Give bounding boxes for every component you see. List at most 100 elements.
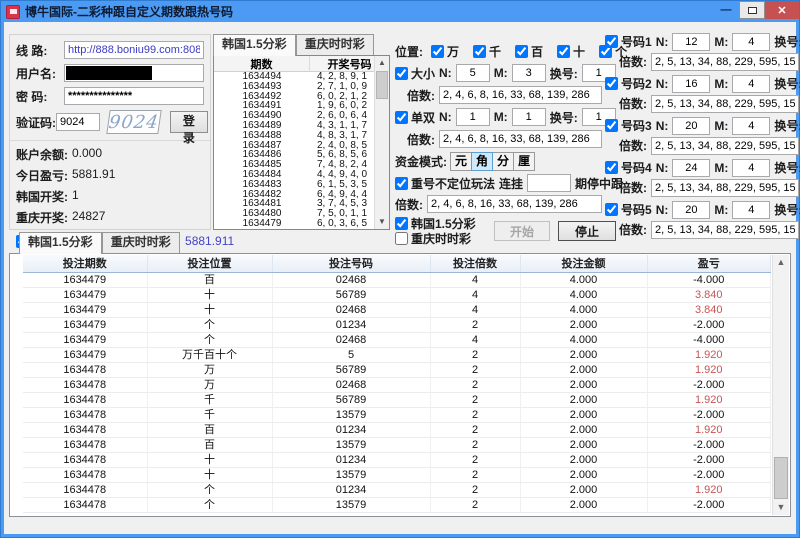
money-mode-元[interactable]: 元 [450,152,472,171]
number-checkbox-label[interactable]: 号码3 [605,117,652,134]
daxiao-m-input[interactable] [511,64,546,82]
bets-header-投注号码[interactable]: 投注号码 [272,255,431,273]
number-n-input[interactable] [672,116,711,135]
number-checkbox-label[interactable]: 号码2 [605,75,652,92]
username-field[interactable] [64,64,204,82]
scroll-up-icon[interactable]: ▲ [375,56,389,70]
bets-table-row[interactable]: 1634478 个 13579 2 2.000 -2.000 [23,497,771,513]
repeat-play-checkbox-label[interactable]: 重号不定位玩法 [395,175,495,192]
number-multi-input[interactable] [651,178,799,197]
bets-table-row[interactable]: 1634478 十 01234 2 2.000 -2.000 [23,452,771,468]
bets-cell: 2 [430,497,521,513]
number-m-input[interactable] [732,32,771,51]
bets-header-盈亏[interactable]: 盈亏 [647,255,771,273]
scroll-down-icon[interactable]: ▼ [773,500,789,515]
draws-tab-korea[interactable]: 韩国1.5分彩 [213,34,296,56]
number-multi-input[interactable] [651,220,799,239]
bets-table-row[interactable]: 1634478 千 13579 2 2.000 -2.000 [23,407,771,423]
number-multi-input[interactable] [651,94,799,113]
bets-header-投注位置[interactable]: 投注位置 [147,255,273,273]
number-m-input[interactable] [732,116,771,135]
number-m-input[interactable] [732,158,771,177]
number-checkbox[interactable] [605,203,618,216]
checkbox[interactable] [473,45,487,58]
bets-table-row[interactable]: 1634478 十 13579 2 2.000 -2.000 [23,467,771,483]
money-mode-角[interactable]: 角 [471,152,493,171]
maximize-button[interactable] [739,1,765,19]
liangua-input[interactable] [527,174,572,192]
checkbox[interactable] [557,45,571,58]
bets-header-投注倍数[interactable]: 投注倍数 [430,255,521,273]
chongqing-enable-checkbox[interactable] [395,232,408,245]
danshuang-checkbox-label[interactable]: 单双 [395,109,435,126]
bets-table-row[interactable]: 1634479 十 02468 4 4.000 3.840 [23,302,771,318]
number-n-input[interactable] [672,74,711,93]
bets-scrollbar[interactable]: ▲ ▼ [772,255,789,515]
bets-tab-chongqing[interactable]: 重庆时时彩 [101,232,180,253]
draws-scrollbar[interactable]: ▲ ▼ [374,56,389,229]
bets-table-row[interactable]: 1634479 万千百十个 5 2 2.000 1.920 [23,347,771,363]
danshuang-checkbox[interactable] [395,110,408,124]
money-mode-厘[interactable]: 厘 [513,152,535,171]
minimize-button[interactable]: — [713,1,739,19]
number-multi-input[interactable] [651,52,799,71]
draws-list-item[interactable]: 1634479 6, 0, 3, 6, 5 [214,219,374,229]
number-n-input[interactable] [672,200,711,219]
number-checkbox-label[interactable]: 号码5 [605,201,652,218]
daxiao-multi-input[interactable] [439,86,602,104]
checkbox[interactable] [515,45,529,58]
bets-table-row[interactable]: 1634478 百 13579 2 2.000 -2.000 [23,437,771,453]
number-checkbox[interactable] [605,119,618,132]
draws-scroll-thumb[interactable] [376,71,388,99]
bets-table-row[interactable]: 1634478 百 01234 2 2.000 1.920 [23,422,771,438]
danshuang-multi-input[interactable] [439,130,602,148]
bets-cell: 2.000 [520,497,648,513]
number-n-input[interactable] [672,158,711,177]
login-button[interactable]: 登录 [169,111,208,145]
chongqing-enable-checkbox-label[interactable]: 重庆时时彩 [395,230,471,247]
daxiao-n-input[interactable] [455,64,490,82]
bets-scroll-thumb[interactable] [774,457,788,499]
scroll-down-icon[interactable]: ▼ [375,215,389,229]
position-checkbox-百[interactable]: 百 [515,43,543,60]
position-checkbox-千[interactable]: 千 [473,43,501,60]
number-checkbox-label[interactable]: 号码1 [605,33,652,50]
number-checkbox[interactable] [605,161,618,174]
bets-header-投注期数[interactable]: 投注期数 [23,255,148,273]
line-url-input[interactable] [64,41,204,59]
captcha-input[interactable] [56,113,100,131]
bets-table-row[interactable]: 1634478 个 01234 2 2.000 1.920 [23,482,771,498]
bets-header-投注金额[interactable]: 投注金额 [520,255,648,273]
close-button[interactable]: ✕ [765,1,799,19]
danshuang-n-input[interactable] [455,108,490,126]
bets-table-row[interactable]: 1634479 百 02468 4 4.000 -4.000 [23,272,771,288]
titlebar[interactable]: 博牛国际-二彩种跟自定义期数跟热号码 — ✕ [1,1,799,22]
draws-tab-chongqing[interactable]: 重庆时时彩 [295,34,374,55]
bets-table-row[interactable]: 1634479 十 56789 4 4.000 3.840 [23,287,771,303]
bets-table-row[interactable]: 1634479 个 02468 4 4.000 -4.000 [23,332,771,348]
bets-table-row[interactable]: 1634478 千 56789 2 2.000 1.920 [23,392,771,408]
bets-tab-korea[interactable]: 韩国1.5分彩 [19,232,102,254]
daxiao-checkbox-label[interactable]: 大小 [395,65,435,82]
bets-table-row[interactable]: 1634479 个 01234 2 2.000 -2.000 [23,317,771,333]
position-checkbox-十[interactable]: 十 [557,43,585,60]
number-checkbox[interactable] [605,77,618,90]
position-checkbox-万[interactable]: 万 [431,43,459,60]
start-button[interactable]: 开始 [494,221,550,241]
money-mode-分[interactable]: 分 [492,152,514,171]
danshuang-m-input[interactable] [511,108,546,126]
captcha-image[interactable]: 9024 [106,110,162,134]
repeat-play-checkbox[interactable] [395,176,408,190]
scroll-up-icon[interactable]: ▲ [773,255,789,270]
number-checkbox-label[interactable]: 号码4 [605,159,652,176]
number-m-input[interactable] [732,74,771,93]
bets-table-row[interactable]: 1634478 万 02468 2 2.000 -2.000 [23,377,771,393]
number-n-input[interactable] [672,32,711,51]
checkbox[interactable] [431,45,444,58]
number-multi-input[interactable] [651,136,799,155]
number-checkbox[interactable] [605,35,618,48]
password-field[interactable] [64,87,204,105]
daxiao-checkbox[interactable] [395,66,408,80]
number-m-input[interactable] [732,200,771,219]
bets-table-row[interactable]: 1634478 万 56789 2 2.000 1.920 [23,362,771,378]
